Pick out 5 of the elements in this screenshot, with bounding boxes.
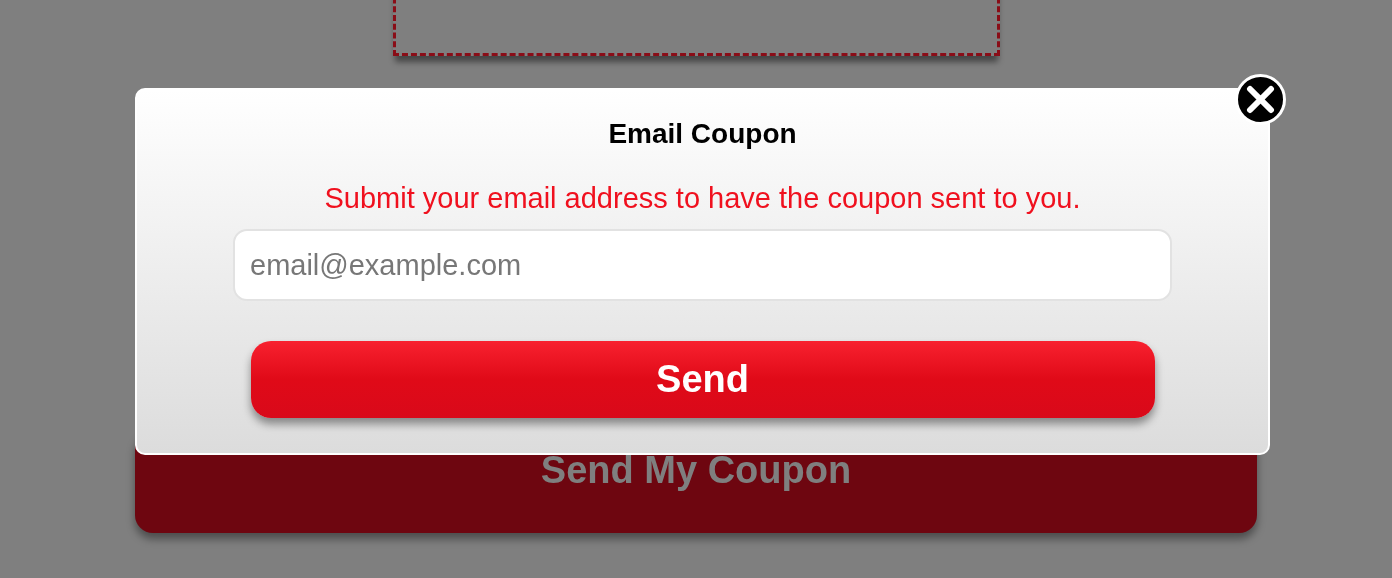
send-button[interactable]: Send: [250, 341, 1155, 418]
email-field[interactable]: email@example.com: [233, 229, 1172, 301]
dialog-title: Email Coupon: [608, 117, 797, 151]
close-icon[interactable]: [1235, 74, 1286, 125]
dialog-message: Submit your email address to have the coupon sent to you.: [324, 181, 1081, 215]
